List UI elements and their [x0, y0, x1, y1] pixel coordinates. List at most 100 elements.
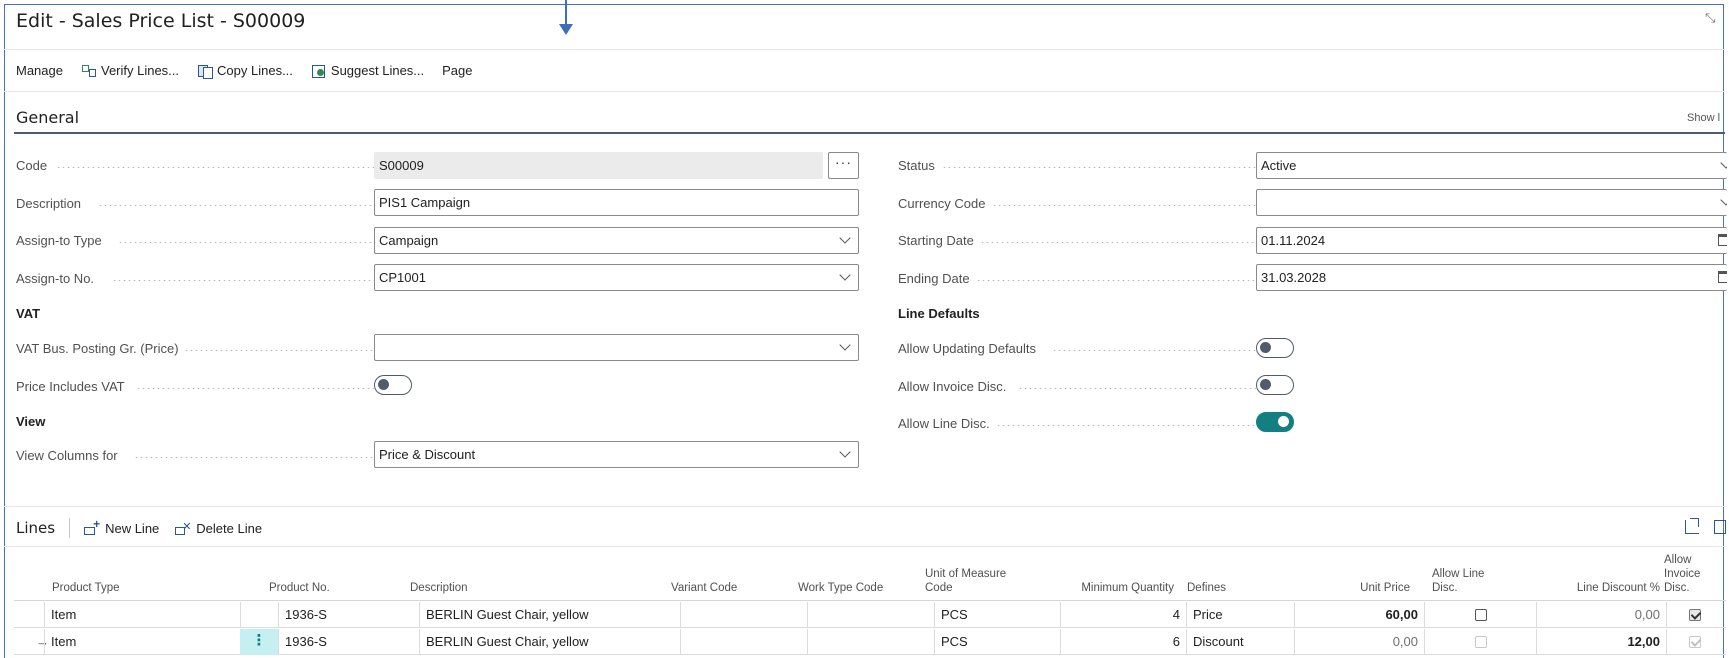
table-row[interactable]: Item 1936-S BERLIN Guest Chair, yellow P… [14, 602, 1726, 628]
price-includes-vat-toggle[interactable] [374, 375, 412, 395]
new-line-button[interactable]: New Line [84, 517, 159, 536]
table-row[interactable]: → Item ⋮ 1936-S BERLIN Guest Chair, yell… [14, 629, 1726, 655]
share-icon[interactable] [1685, 518, 1699, 534]
cell-min-qty[interactable]: 4 [1060, 602, 1186, 628]
lines-title[interactable]: Lines [16, 519, 55, 537]
page-title: Edit - Sales Price List - S00009 [16, 10, 306, 32]
cell-line-discount[interactable]: 0,00 [1536, 602, 1666, 628]
collapse-icon[interactable]: ⤡ [1705, 10, 1721, 26]
col-minimum-quantity[interactable]: Minimum Quantity [1054, 581, 1174, 595]
allow-invoice-disc-toggle[interactable] [1256, 375, 1294, 395]
grid-header: Product Type Product No. Description Var… [14, 551, 1726, 601]
view-columns-label: View Columns for [16, 448, 118, 463]
divider [4, 49, 1725, 50]
currency-code-label: Currency Code [898, 196, 986, 211]
cell-description[interactable]: BERLIN Guest Chair, yellow [419, 602, 680, 628]
cell-work-type-code[interactable] [807, 602, 934, 628]
assign-to-type-label: Assign-to Type [16, 233, 102, 248]
cell-allow-line-disc [1424, 602, 1536, 628]
cell-allow-invoice-disc [1666, 602, 1726, 628]
cell-variant-code[interactable] [680, 629, 807, 655]
general-underline [14, 132, 1725, 134]
delete-line-icon [175, 520, 192, 535]
chevron-down-icon [838, 270, 852, 284]
starting-date-field[interactable]: 01.11.2024 [1256, 227, 1727, 254]
allow-invoice-disc-checkbox[interactable] [1689, 609, 1701, 621]
description-label: Description [16, 196, 82, 211]
assign-to-type-select[interactable]: Campaign [374, 227, 859, 254]
annotation-arrow-head [559, 24, 573, 35]
copy-lines-icon [197, 64, 214, 79]
cell-defines[interactable]: Price [1186, 602, 1294, 628]
show-more-link[interactable]: Show l [1687, 112, 1727, 124]
col-description[interactable]: Description [410, 581, 468, 595]
code-lookup-button[interactable]: ··· [828, 152, 859, 179]
col-product-no[interactable]: Product No. [269, 581, 330, 595]
cell-line-discount[interactable]: 12,00 [1536, 629, 1666, 655]
general-section-title[interactable]: General [16, 108, 79, 127]
cell-uom[interactable]: PCS [934, 629, 1060, 655]
description-field[interactable]: PIS1 Campaign [374, 189, 859, 216]
vat-group-label: VAT [16, 306, 41, 321]
manage-action[interactable]: Manage [16, 63, 63, 78]
col-allow-invoice-disc[interactable]: Allow Invoice Disc. [1664, 553, 1700, 595]
calendar-icon[interactable] [1718, 271, 1727, 283]
allow-invoice-disc-label: Allow Invoice Disc. [898, 379, 1007, 394]
view-columns-select[interactable]: Price & Discount [374, 441, 859, 468]
vat-bus-posting-select[interactable] [374, 334, 859, 361]
col-defines[interactable]: Defines [1187, 581, 1226, 595]
allow-invoice-disc-checkbox[interactable] [1689, 636, 1701, 648]
verify-lines-action[interactable]: Verify Lines... [81, 63, 179, 78]
cell-product-no[interactable]: 1936-S [278, 602, 419, 628]
view-toggle-icon[interactable] [1714, 520, 1726, 534]
lines-header: Lines New Line Delete Line [16, 517, 278, 538]
page-action[interactable]: Page [442, 63, 472, 78]
assign-to-no-label: Assign-to No. [16, 271, 95, 286]
col-work-type-code[interactable]: Work Type Code [798, 581, 883, 595]
line-defaults-group-label: Line Defaults [898, 306, 980, 321]
chevron-down-icon [1719, 195, 1727, 209]
allow-line-disc-toggle[interactable] [1256, 412, 1294, 432]
ending-date-field[interactable]: 31.03.2028 [1256, 264, 1727, 291]
col-unit-of-measure[interactable]: Unit of Measure Code [925, 567, 1006, 595]
col-product-type[interactable]: Product Type [52, 581, 120, 595]
cell-variant-code[interactable] [680, 602, 807, 628]
cell-product-no[interactable]: 1936-S [278, 629, 419, 655]
cell-uom[interactable]: PCS [934, 602, 1060, 628]
status-select[interactable]: Active [1256, 152, 1727, 179]
copy-lines-action[interactable]: Copy Lines... [197, 63, 293, 79]
cell-unit-price[interactable]: 60,00 [1294, 602, 1424, 628]
cell-allow-invoice-disc [1666, 629, 1726, 655]
cell-product-type[interactable]: Item [44, 629, 240, 655]
suggest-lines-action[interactable]: Suggest Lines... [311, 63, 424, 78]
cell-unit-price[interactable]: 0,00 [1294, 629, 1424, 655]
code-label: Code [16, 158, 48, 173]
code-field[interactable]: S00009 [374, 152, 823, 179]
price-includes-vat-label: Price Includes VAT [16, 379, 125, 394]
starting-date-label: Starting Date [898, 233, 974, 248]
allow-line-disc-label: Allow Line Disc. [898, 416, 990, 431]
cell-product-type[interactable]: Item [44, 602, 240, 628]
assign-to-no-select[interactable]: CP1001 [374, 264, 859, 291]
col-allow-line-disc[interactable]: Allow Line Disc. [1432, 567, 1484, 595]
allow-line-disc-checkbox[interactable] [1475, 636, 1487, 648]
allow-line-disc-checkbox[interactable] [1475, 609, 1487, 621]
cell-min-qty[interactable]: 6 [1060, 629, 1186, 655]
new-line-icon [84, 517, 100, 535]
row-menu-button[interactable]: ⋮ [240, 629, 278, 655]
cell-work-type-code[interactable] [807, 629, 934, 655]
col-unit-price[interactable]: Unit Price [1314, 581, 1410, 595]
chevron-down-icon [838, 233, 852, 247]
cell-description[interactable]: BERLIN Guest Chair, yellow [419, 629, 680, 655]
ending-date-label: Ending Date [898, 271, 970, 286]
currency-code-select[interactable] [1256, 189, 1727, 216]
divider [4, 91, 1725, 92]
col-variant-code[interactable]: Variant Code [671, 581, 737, 595]
cell-defines[interactable]: Discount [1186, 629, 1294, 655]
calendar-icon[interactable] [1718, 234, 1727, 246]
col-line-discount[interactable]: Line Discount % [1540, 581, 1660, 595]
chevron-down-icon [1719, 158, 1727, 172]
allow-updating-defaults-toggle[interactable] [1256, 338, 1294, 358]
code-row: Code [16, 158, 376, 178]
delete-line-button[interactable]: Delete Line [175, 520, 262, 536]
